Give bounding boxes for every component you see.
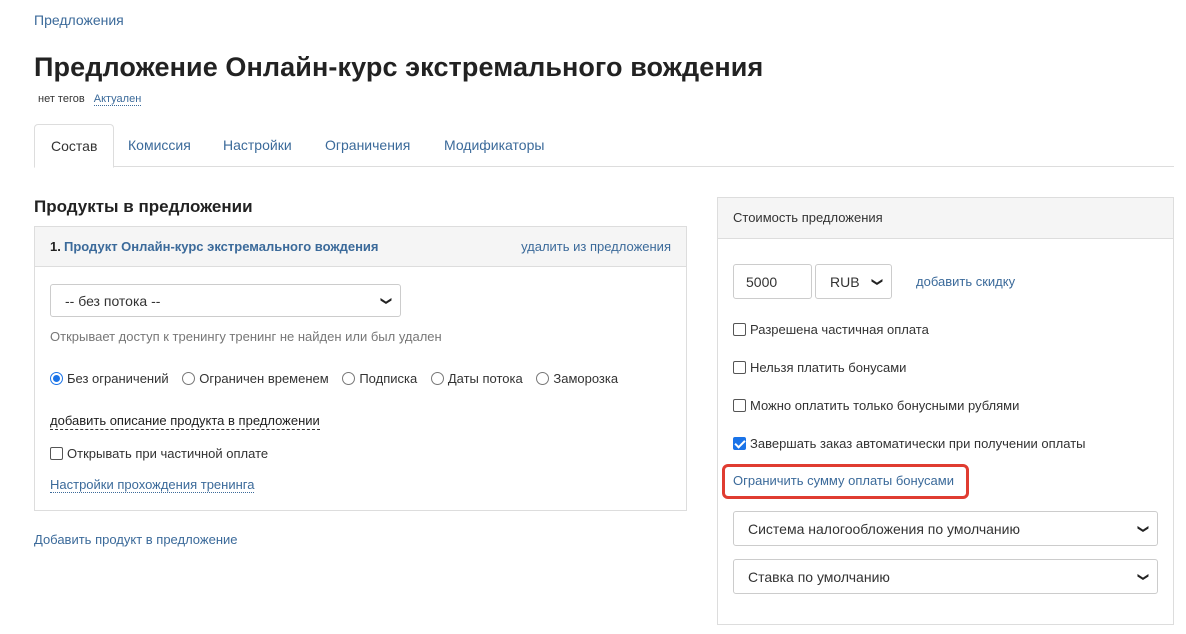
tab-restrictions[interactable]: Ограничения (309, 124, 426, 167)
radio-label: Даты потока (447, 371, 523, 386)
product-panel: 1. Продукт Онлайн-курс экстремального во… (34, 226, 687, 511)
checkbox-checked[interactable] (733, 437, 746, 450)
no-bonus-payment-checkbox-row[interactable]: Нельзя платить бонусами (733, 360, 906, 375)
product-number: 1. (50, 239, 61, 254)
checkbox[interactable] (733, 361, 746, 374)
radio-button[interactable] (430, 372, 444, 385)
breadcrumb-offers-link[interactable]: Предложения (34, 12, 124, 28)
training-settings-link[interactable]: Настройки прохождения тренинга (50, 477, 255, 493)
checkbox-label: Завершать заказ автоматически при получе… (750, 436, 1086, 451)
access-note: Открывает доступ к тренингу тренинг не н… (50, 329, 442, 344)
stream-select-wrapper: -- без потока -- ❯ (50, 284, 401, 317)
offer-meta: нет тегов Актуален (38, 93, 142, 106)
status-link[interactable]: Актуален (93, 93, 142, 106)
checkbox-label: Открывать при частичной оплате (67, 446, 269, 461)
radio-button[interactable] (342, 372, 356, 385)
radio-unlimited[interactable]: Без ограничений (50, 371, 169, 386)
radio-label: Без ограничений (67, 371, 169, 386)
remove-product-link[interactable]: удалить из предложения (521, 239, 671, 254)
products-heading: Продукты в предложении (34, 197, 253, 216)
radio-label: Ограничен временем (199, 371, 329, 386)
checkbox[interactable] (733, 323, 746, 336)
checkbox[interactable] (50, 447, 63, 460)
auto-complete-checkbox-row[interactable]: Завершать заказ автоматически при получе… (733, 436, 1086, 451)
tax-system-select[interactable]: Система налогообложения по умолчанию (733, 511, 1158, 546)
radio-label: Заморозка (553, 371, 619, 386)
radio-button[interactable] (182, 372, 196, 385)
tab-commission[interactable]: Комиссия (112, 124, 207, 167)
tab-modifiers[interactable]: Модификаторы (428, 124, 560, 167)
tab-settings[interactable]: Настройки (207, 124, 308, 167)
vat-rate-select-wrapper: Ставка по умолчанию ❯ (733, 559, 1158, 594)
radio-time-limited[interactable]: Ограничен временем (182, 371, 329, 386)
price-panel-heading: Стоимость предложения (718, 198, 1173, 239)
checkbox-label: Разрешена частичная оплата (750, 322, 929, 337)
radio-label: Подписка (359, 371, 418, 386)
product-name-link[interactable]: Продукт Онлайн-курс экстремального вожде… (64, 239, 379, 254)
access-type-radio-group: Без ограничений Ограничен временем Подпи… (50, 371, 628, 388)
checkbox[interactable] (733, 399, 746, 412)
checkbox-label: Нельзя платить бонусами (750, 360, 907, 375)
page-title: Предложение Онлайн-курс экстремального в… (34, 52, 764, 82)
price-panel: Стоимость предложения RUB ❯ добавить ски… (717, 197, 1174, 625)
tags-label: нет тегов (38, 93, 85, 105)
add-product-link[interactable]: Добавить продукт в предложение (34, 532, 238, 547)
radio-stream-dates[interactable]: Даты потока (430, 371, 523, 386)
vat-rate-select[interactable]: Ставка по умолчанию (733, 559, 1158, 594)
open-on-partial-checkbox-row[interactable]: Открывать при частичной оплате (50, 446, 268, 461)
currency-select[interactable]: RUB (815, 264, 892, 299)
limit-bonus-payment-link[interactable]: Ограничить сумму оплаты бонусами (733, 473, 954, 488)
radio-button[interactable] (536, 372, 550, 385)
add-discount-link[interactable]: добавить скидку (916, 274, 1015, 289)
radio-button-checked[interactable] (50, 372, 63, 385)
checkbox-label: Можно оплатить только бонусными рублями (750, 398, 1020, 413)
partial-payment-checkbox-row[interactable]: Разрешена частичная оплата (733, 322, 929, 337)
radio-subscription[interactable]: Подписка (342, 371, 417, 386)
add-description-link[interactable]: добавить описание продукта в предложении (50, 413, 320, 430)
tax-system-select-wrapper: Система налогообложения по умолчанию ❯ (733, 511, 1158, 546)
product-header: 1. Продукт Онлайн-курс экстремального во… (35, 227, 686, 267)
currency-select-wrapper: RUB ❯ (815, 264, 892, 299)
radio-freeze[interactable]: Заморозка (536, 371, 618, 386)
tab-composition[interactable]: Состав (34, 124, 115, 168)
bonus-only-checkbox-row[interactable]: Можно оплатить только бонусными рублями (733, 398, 1019, 413)
stream-select[interactable]: -- без потока -- (50, 284, 401, 317)
price-input[interactable] (733, 264, 812, 299)
tab-bar: Состав Комиссия Настройки Ограничения Мо… (34, 124, 1174, 168)
